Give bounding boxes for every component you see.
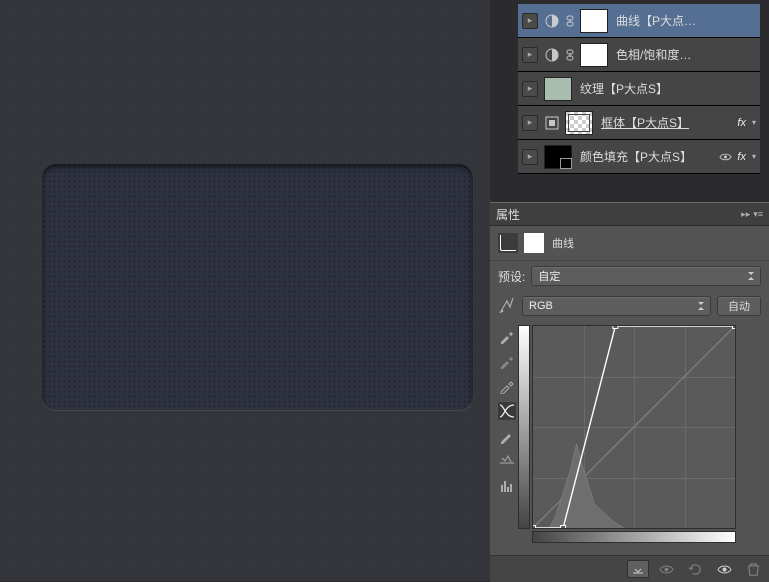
properties-title: 属性 — [496, 206, 520, 223]
properties-panel: 属性 ▸▸ ▾≡ 曲线 预设: 自定 RGB 自动 — [490, 202, 769, 582]
layer-row[interactable]: ▸ 框体【P大点S】fx ▾ — [518, 106, 760, 140]
eyedropper-gray-icon[interactable] — [498, 352, 516, 370]
layer-name[interactable]: 框体【P大点S】 — [601, 114, 734, 131]
fx-expand-icon[interactable]: ▾ — [752, 152, 756, 161]
expand-toggle-icon[interactable]: ▸ — [522, 81, 538, 97]
layer-mask-icon[interactable] — [524, 233, 544, 253]
layers-panel: ▸曲线【P大点…▸色相/饱和度…▸纹理【P大点S】▸框体【P大点S】fx▾▸颜色… — [518, 4, 760, 174]
delete-icon[interactable] — [746, 562, 761, 577]
view-previous-icon[interactable] — [659, 562, 674, 577]
fx-badge[interactable]: fx — [737, 151, 746, 163]
collapse-icon[interactable]: ▸▸ — [741, 209, 750, 220]
curves-tool-column — [496, 325, 518, 543]
expand-toggle-icon[interactable]: ▸ — [522, 149, 538, 165]
layer-thumbnail[interactable] — [580, 9, 608, 33]
channel-dropdown[interactable]: RGB — [522, 296, 711, 316]
eyedropper-white-icon[interactable] — [498, 377, 516, 395]
rectangle-object[interactable] — [42, 164, 473, 410]
properties-panel-title-bar[interactable]: 属性 ▸▸ ▾≡ — [490, 203, 769, 226]
preset-label: 预设: — [498, 268, 525, 285]
expand-toggle-icon[interactable]: ▸ — [522, 13, 538, 29]
layer-row[interactable]: ▸ 色相/饱和度… — [518, 38, 760, 72]
layer-row[interactable]: ▸ 曲线【P大点… — [518, 4, 760, 38]
shape-icon — [544, 115, 560, 131]
preset-row: 预设: 自定 — [490, 261, 769, 291]
edit-points-icon[interactable] — [498, 402, 516, 420]
fx-expand-icon[interactable]: ▾ — [752, 118, 756, 127]
layer-name[interactable]: 颜色填充【P大点S】 — [580, 148, 717, 165]
layer-thumbnail[interactable] — [544, 145, 572, 169]
preset-dropdown[interactable]: 自定 — [531, 266, 761, 286]
auto-button[interactable]: 自动 — [717, 296, 761, 316]
clip-histogram-icon[interactable] — [498, 477, 516, 495]
document-canvas[interactable] — [0, 0, 490, 581]
curve-point[interactable] — [533, 526, 536, 529]
expand-toggle-icon[interactable]: ▸ — [522, 115, 538, 131]
curve-point[interactable] — [613, 326, 618, 329]
layer-name[interactable]: 纹理【P大点S】 — [580, 80, 756, 97]
draw-curve-pencil-icon[interactable] — [498, 427, 516, 445]
curves-adjustment-icon[interactable] — [498, 233, 518, 253]
toggle-visibility-icon[interactable] — [717, 562, 732, 577]
curve-point[interactable] — [561, 526, 566, 529]
channel-row: RGB 自动 — [490, 291, 769, 321]
layer-thumbnail[interactable] — [580, 43, 608, 67]
link-icon — [565, 15, 575, 27]
expand-toggle-icon[interactable]: ▸ — [522, 47, 538, 63]
panel-menu-icon[interactable]: ▾≡ — [753, 209, 763, 220]
properties-footer — [490, 555, 769, 582]
link-icon — [565, 49, 575, 61]
layer-name[interactable]: 曲线【P大点… — [616, 12, 756, 29]
smooth-icon[interactable] — [498, 452, 516, 470]
on-image-tool-icon[interactable] — [498, 297, 516, 315]
adjustment-type-label: 曲线 — [552, 235, 574, 251]
reset-icon[interactable] — [688, 562, 703, 577]
fx-badge[interactable]: fx — [737, 117, 746, 129]
eyedropper-black-icon[interactable] — [498, 327, 516, 345]
input-gradient[interactable] — [532, 531, 736, 543]
layer-row[interactable]: ▸ 颜色填充【P大点S】 fx ▾ — [518, 140, 760, 174]
layer-row[interactable]: ▸ 纹理【P大点S】 — [518, 72, 760, 106]
adjustment-type-row: 曲线 — [490, 226, 769, 261]
adjustment-icon — [544, 13, 560, 29]
output-gradient[interactable] — [518, 325, 530, 529]
curve-point[interactable] — [733, 326, 736, 329]
layer-thumbnail[interactable] — [565, 111, 593, 135]
curves-graph[interactable] — [532, 325, 736, 529]
layer-thumbnail[interactable] — [544, 77, 572, 101]
adjustment-icon — [544, 47, 560, 63]
layer-name[interactable]: 色相/饱和度… — [616, 46, 756, 63]
mask-visibility-icon[interactable] — [719, 152, 732, 162]
clip-to-layer-icon[interactable] — [627, 560, 649, 578]
